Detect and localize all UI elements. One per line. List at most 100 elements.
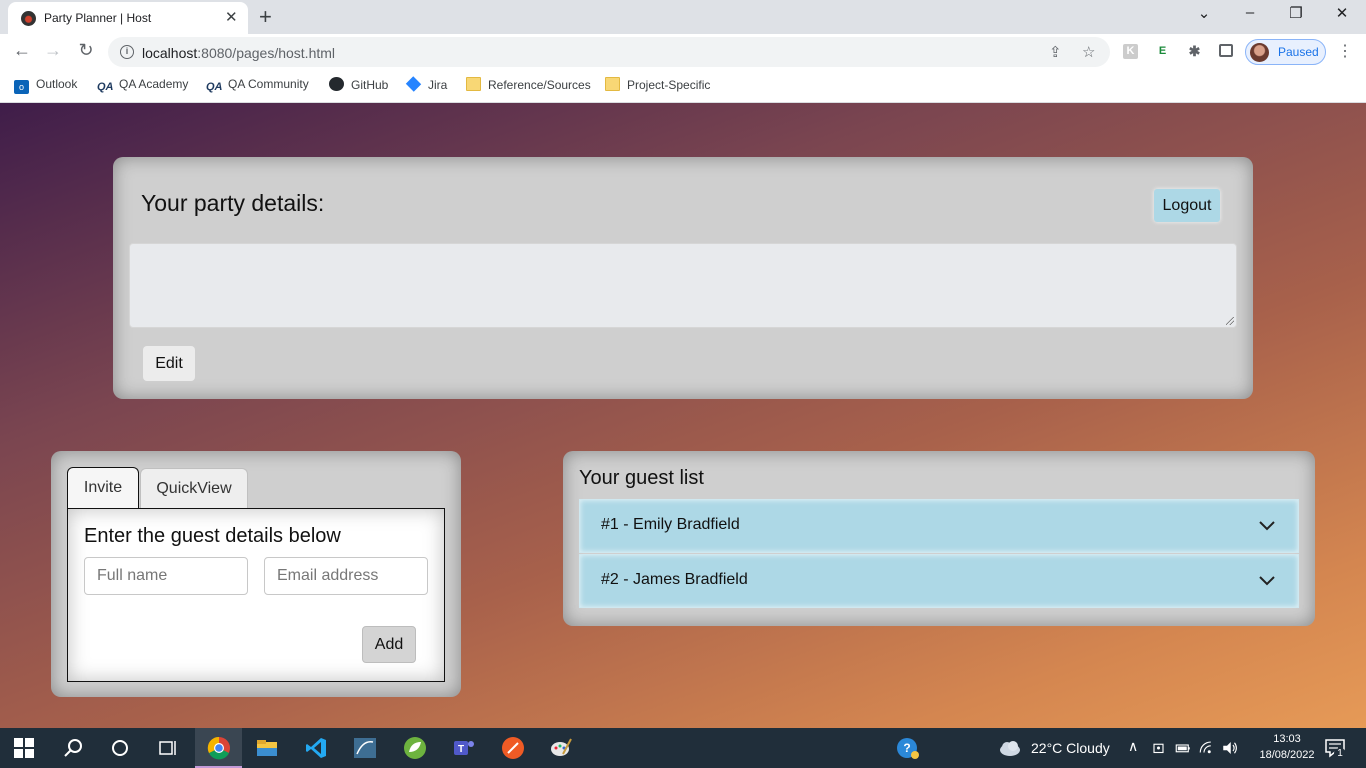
bookmark-label: QA Community [228,77,309,91]
vscode-icon[interactable] [304,736,328,760]
cortana-icon[interactable] [108,736,132,760]
forward-icon[interactable]: → [42,40,64,61]
minimize-icon[interactable]: – [1240,4,1260,21]
extensions-puzzle-icon[interactable]: ✱ [1187,44,1202,59]
party-details-title: Your party details: [141,190,325,216]
browser-tab[interactable]: Party Planner | Host ✕ [8,2,248,34]
bookmark-label: GitHub [351,78,389,92]
mysql-workbench-icon[interactable] [353,736,377,760]
tab-quickview[interactable]: QuickView [140,468,248,509]
guest-list-item[interactable]: #2 - James Bradfield [579,554,1299,608]
weather-text[interactable]: 22°C Cloudy [1031,740,1110,756]
qa-icon: QA [206,81,223,93]
svg-text:T: T [458,744,464,755]
invite-form: Enter the guest details below Add [67,508,445,682]
github-icon [329,77,344,91]
chevron-down-icon[interactable] [1258,516,1276,534]
reload-icon[interactable]: ↻ [75,40,97,61]
chevron-down-icon[interactable] [1258,571,1276,589]
volume-icon[interactable] [1221,736,1239,760]
tab-search-icon[interactable]: ⌄ [1194,4,1214,22]
guest-list-panel: Your guest list #1 - Emily Bradfield #2 … [563,451,1315,626]
bookmark-qa-academy[interactable]: QA QA Academy [97,77,188,93]
full-name-input[interactable] [84,557,248,595]
email-address-input[interactable] [264,557,428,595]
guest-list-item[interactable]: #1 - Emily Bradfield [579,499,1299,553]
profile-status: Paused [1278,45,1319,59]
qa-icon: QA [97,81,114,93]
resize-handle-icon[interactable] [1226,317,1234,325]
bookmarks-bar: o Outlook QA QA Academy QA QA Community Git… [0,70,1366,103]
clock-time: 13:03 [1273,733,1301,745]
battery-icon[interactable] [1174,736,1192,760]
url-path: :8080/pages/host.html [197,45,336,61]
site-info-icon[interactable]: i [120,45,134,59]
bookmark-jira[interactable]: Jira [405,76,448,93]
browser-tab-strip: Party Planner | Host ✕ + ⌄ – ❐ ✕ [0,0,1366,34]
bookmark-github[interactable]: GitHub [329,77,388,93]
guest-list-title: Your guest list [579,467,704,489]
bookmark-star-icon[interactable]: ☆ [1082,43,1095,61]
party-details-panel: Your party details: Logout Edit [113,157,1253,399]
bookmark-reference-sources[interactable]: Reference/Sources [466,77,591,93]
svg-text:?: ? [903,741,910,755]
extension-e-icon[interactable]: E [1155,44,1170,59]
bookmark-label: QA Academy [119,77,189,91]
side-panel-icon[interactable] [1219,44,1233,57]
tab-title: Party Planner | Host [44,11,152,25]
new-tab-icon[interactable]: + [259,4,272,30]
avatar [1250,43,1269,62]
guest-name: #1 - Emily Bradfield [601,516,740,533]
bookmark-project-specific[interactable]: Project-Specific [605,77,710,93]
folder-icon [466,77,481,91]
bookmark-label: Jira [428,78,448,92]
bookmark-outlook[interactable]: o Outlook [14,77,78,94]
guest-name: #2 - James Bradfield [601,571,748,588]
meet-now-icon[interactable] [1151,736,1169,760]
extension-k-icon[interactable]: K [1123,44,1138,59]
bookmark-label: Outlook [36,77,78,91]
address-bar[interactable]: i localhost:8080/pages/host.html ⇪ ☆ [108,37,1110,67]
bookmark-label: Reference/Sources [488,78,591,92]
bookmark-qa-community[interactable]: QA QA Community [206,77,309,93]
jira-icon [405,76,422,92]
weather-cloud-icon[interactable] [998,736,1022,760]
system-clock[interactable]: 13:03 18/08/2022 [1257,731,1317,763]
back-icon[interactable]: ← [11,40,33,61]
paint-icon[interactable] [549,736,573,760]
profile-button[interactable]: Paused [1245,39,1326,65]
folder-icon [605,77,620,91]
party-favicon-icon [21,11,36,26]
postman-icon[interactable] [501,736,525,760]
file-explorer-icon[interactable] [255,736,279,760]
taskbar: T ? 22°C Cloudy ∧ 13:03 18/08/2022 1 [0,728,1366,768]
close-window-icon[interactable]: ✕ [1332,4,1352,22]
url-host: localhost [142,45,198,61]
bookmark-label: Project-Specific [627,78,711,92]
tab-invite[interactable]: Invite [67,467,139,508]
chrome-icon[interactable] [207,736,231,760]
teams-icon[interactable]: T [452,736,476,760]
share-icon[interactable]: ⇪ [1049,43,1062,61]
search-icon[interactable] [62,736,86,760]
party-details-textarea[interactable] [129,243,1237,328]
invite-heading: Enter the guest details below [84,525,341,547]
close-tab-icon[interactable]: ✕ [225,8,238,26]
help-icon[interactable]: ? [896,736,920,760]
invite-panel: Invite QuickView Enter the guest details… [51,451,461,697]
restore-icon[interactable]: ❐ [1286,4,1306,22]
logout-button[interactable]: Logout [1154,189,1220,222]
wifi-icon[interactable] [1198,736,1216,760]
task-view-icon[interactable] [156,736,180,760]
outlook-icon: o [14,80,29,94]
browser-toolbar: ← → ↻ i localhost:8080/pages/host.html ⇪… [0,34,1366,70]
windows-start-icon[interactable] [14,738,34,758]
spring-tools-icon[interactable] [403,736,427,760]
url-text[interactable]: localhost:8080/pages/host.html [142,45,335,61]
add-guest-button[interactable]: Add [362,626,416,663]
show-hidden-icons-icon[interactable]: ∧ [1128,738,1138,755]
clock-date: 18/08/2022 [1259,749,1315,761]
edit-button[interactable]: Edit [143,346,195,381]
page-background: Your party details: Logout Edit Invite Q… [0,103,1366,728]
more-menu-icon[interactable]: ⋮ [1337,41,1353,61]
